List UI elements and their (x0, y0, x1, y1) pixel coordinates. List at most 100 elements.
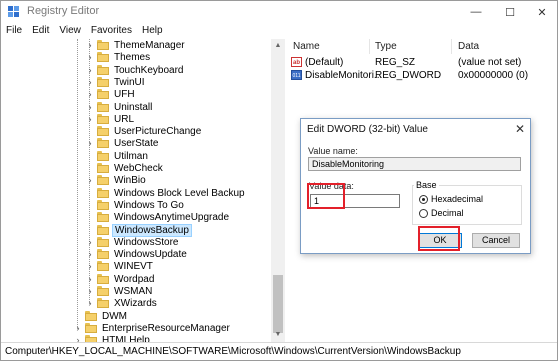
expand-chevron-icon[interactable]: › (73, 322, 83, 335)
ok-button-highlight-box (418, 226, 460, 251)
registry-key-tree[interactable]: › ThemeManager › Themes › TouchKeyboard › TwinU… (3, 39, 285, 342)
folder-icon (97, 101, 109, 112)
menu-file[interactable]: File (6, 23, 22, 39)
value-name-label: Value name: (308, 146, 358, 156)
tree-item-label: UserPictureChange (114, 126, 202, 138)
folder-icon (97, 150, 109, 161)
radio-unselected-icon[interactable] (419, 208, 428, 218)
dialog-title: Edit DWORD (32-bit) Value (307, 124, 428, 135)
expand-chevron-icon[interactable]: › (85, 285, 95, 298)
tree-scrollbar[interactable]: ▲ ▼ (271, 39, 285, 342)
tree-item-label: TouchKeyboard (114, 64, 184, 76)
value-name: DisableMonitori... (305, 70, 383, 81)
radio-selected-icon[interactable] (419, 194, 428, 204)
expand-chevron-icon[interactable]: › (85, 51, 95, 64)
base-groupbox (412, 185, 522, 225)
maximize-button[interactable]: ☐ (495, 1, 525, 23)
tree-item-label: WINEVT (114, 261, 153, 273)
dialog-close-icon[interactable]: ✕ (513, 122, 527, 136)
expand-chevron-icon[interactable]: › (85, 113, 95, 126)
menu-edit[interactable]: Edit (32, 23, 49, 39)
expand-chevron-icon[interactable]: › (73, 334, 83, 342)
folder-icon (85, 310, 97, 321)
tree-item-label: UFH (114, 89, 135, 101)
hexadecimal-radio[interactable]: Hexadecimal (419, 193, 483, 205)
decimal-radio[interactable]: Decimal (419, 207, 464, 219)
folder-icon (97, 126, 109, 137)
registry-editor-icon (8, 6, 19, 17)
folder-icon (97, 76, 109, 87)
folder-icon (97, 187, 109, 198)
close-button[interactable]: ✕ (527, 1, 557, 23)
value-data-highlight-box (307, 183, 345, 209)
scroll-thumb[interactable] (273, 275, 283, 333)
tree-item-label: Themes (114, 52, 151, 64)
base-label: Base (414, 180, 439, 190)
cancel-button[interactable]: Cancel (472, 233, 520, 248)
folder-icon (97, 52, 109, 63)
expand-chevron-icon[interactable]: › (85, 297, 95, 310)
expand-chevron-icon[interactable]: › (85, 39, 95, 52)
column-header-name[interactable]: Name (293, 41, 320, 52)
expand-chevron-icon[interactable]: › (85, 260, 95, 273)
folder-icon (97, 163, 109, 173)
expand-chevron-icon[interactable]: › (85, 88, 95, 101)
tree-item-label: WindowsStore (114, 236, 179, 248)
window-title: Registry Editor (27, 5, 100, 17)
edit-dword-dialog: Edit DWORD (32-bit) Value ✕ Value name: … (300, 118, 531, 254)
decimal-label: Decimal (431, 208, 464, 218)
column-header-data[interactable]: Data (458, 41, 479, 52)
column-header-type[interactable]: Type (375, 41, 397, 52)
expand-chevron-icon[interactable]: › (85, 101, 95, 114)
tree-item-label: URL (114, 113, 135, 125)
dword-value-icon: 011 (291, 70, 302, 80)
scroll-down-arrow-icon[interactable]: ▼ (271, 328, 285, 342)
folder-icon (85, 322, 97, 333)
folder-icon (97, 175, 109, 186)
tree-item-label: EnterpriseResourceManager (102, 322, 230, 334)
tree-item-label: WSMAN (114, 286, 153, 297)
title-bar[interactable]: Registry Editor — ☐ ✕ (1, 1, 557, 23)
folder-icon (97, 273, 109, 284)
folder-icon (97, 212, 109, 223)
tree-item-label: ThemeManager (114, 40, 185, 51)
expand-chevron-icon[interactable]: › (85, 248, 95, 261)
tree-item-label: WindowsBackup (112, 223, 192, 237)
scroll-up-arrow-icon[interactable]: ▲ (271, 39, 285, 53)
list-row[interactable]: ab (Default) REG_SZ (value not set) (287, 56, 557, 69)
expand-chevron-icon[interactable]: › (85, 273, 95, 286)
tree-item-label: HTMLHelp (102, 335, 150, 342)
menu-view[interactable]: View (59, 23, 81, 39)
value-type: REG_SZ (375, 57, 416, 68)
string-value-icon: ab (291, 57, 302, 67)
folder-icon (97, 236, 109, 247)
folder-icon (97, 249, 109, 260)
menu-bar: File Edit View Favorites Help (1, 23, 557, 39)
tree-item-label: Windows Block Level Backup (114, 187, 245, 199)
menu-favorites[interactable]: Favorites (91, 23, 132, 39)
folder-icon (97, 224, 109, 235)
expand-chevron-icon[interactable]: › (85, 174, 95, 187)
value-name: (Default) (305, 57, 344, 68)
tree-item-label: UserState (114, 138, 159, 150)
tree-item-label: WindowsUpdate (114, 249, 187, 261)
expand-chevron-icon[interactable]: › (85, 64, 95, 77)
folder-icon (97, 89, 109, 100)
expand-chevron-icon[interactable]: › (85, 76, 95, 89)
expand-chevron-icon[interactable]: › (85, 236, 95, 249)
folder-icon (97, 261, 109, 272)
expand-chevron-icon[interactable]: › (85, 137, 95, 150)
hexadecimal-label: Hexadecimal (431, 194, 484, 204)
folder-icon (97, 199, 109, 210)
minimize-button[interactable]: — (461, 1, 491, 23)
folder-icon (97, 138, 109, 149)
tree-item-label: WebCheck (114, 163, 163, 174)
folder-icon (97, 40, 109, 50)
menu-help[interactable]: Help (142, 23, 163, 39)
tree-item-label: DWM (102, 310, 127, 322)
folder-icon (97, 286, 109, 296)
folder-icon (97, 113, 109, 124)
value-data: 0x00000000 (0) (458, 70, 529, 81)
folder-icon (97, 64, 109, 75)
list-row[interactable]: 011 DisableMonitori... REG_DWORD 0x00000… (287, 69, 557, 82)
